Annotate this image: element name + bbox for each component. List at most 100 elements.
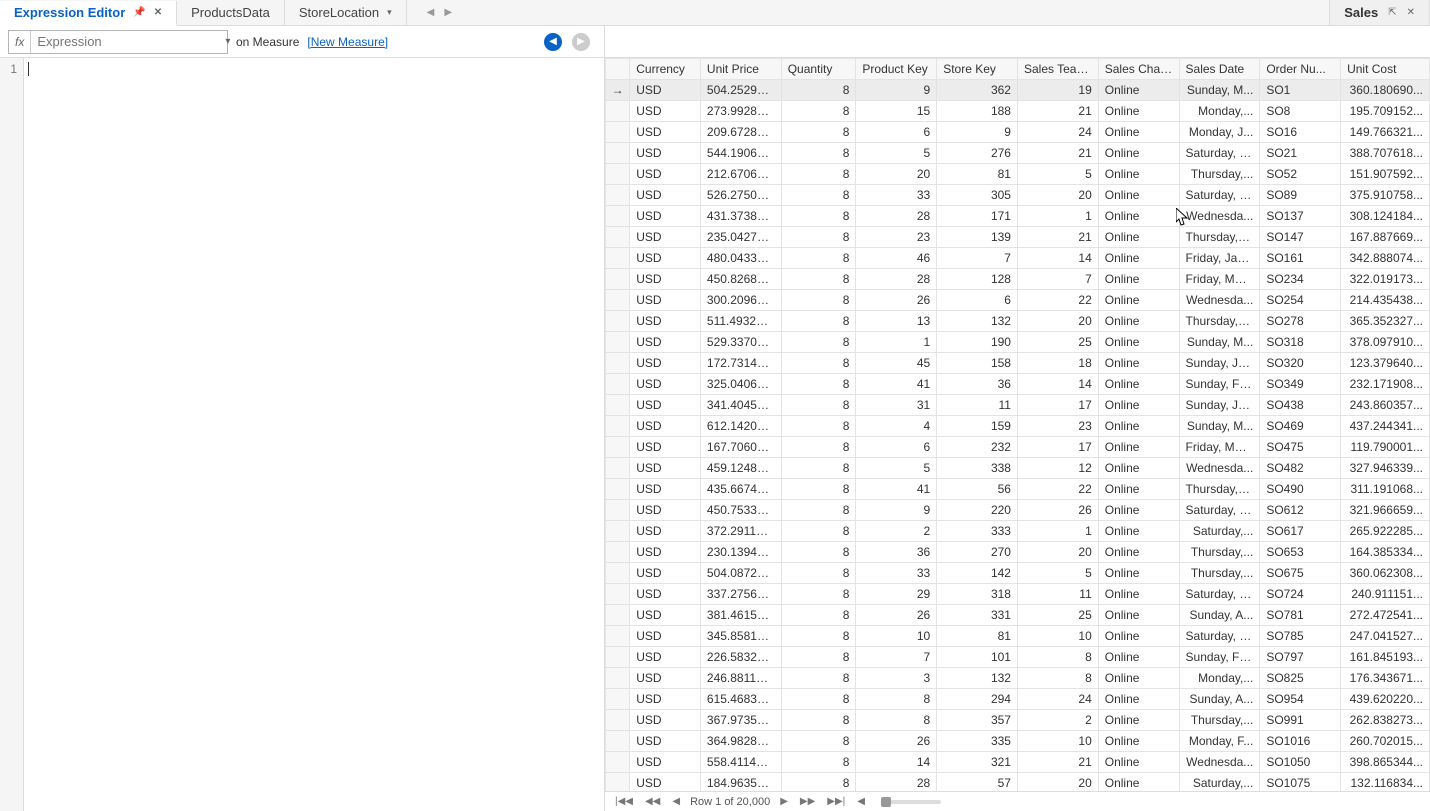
cell-sales_chan[interactable]: Online bbox=[1098, 122, 1179, 143]
cell-currency[interactable]: USD bbox=[630, 206, 701, 227]
table-row[interactable]: USD337.275611...82931811OnlineSaturday, … bbox=[606, 584, 1430, 605]
cell-sales_chan[interactable]: Online bbox=[1098, 101, 1179, 122]
cell-order_no[interactable]: SO785 bbox=[1260, 626, 1341, 647]
cell-sales_chan[interactable]: Online bbox=[1098, 269, 1179, 290]
cell-quantity[interactable]: 8 bbox=[781, 122, 856, 143]
cell-product_key[interactable]: 7 bbox=[856, 647, 937, 668]
row-marker[interactable] bbox=[606, 542, 630, 563]
row-marker[interactable] bbox=[606, 374, 630, 395]
cell-order_no[interactable]: SO318 bbox=[1260, 332, 1341, 353]
cell-sales_chan[interactable]: Online bbox=[1098, 500, 1179, 521]
row-marker[interactable] bbox=[606, 647, 630, 668]
cell-store_key[interactable]: 56 bbox=[937, 479, 1018, 500]
row-marker[interactable] bbox=[606, 521, 630, 542]
cell-store_key[interactable]: 338 bbox=[937, 458, 1018, 479]
cell-sales_team[interactable]: 14 bbox=[1017, 248, 1098, 269]
cell-store_key[interactable]: 81 bbox=[937, 164, 1018, 185]
cell-product_key[interactable]: 6 bbox=[856, 122, 937, 143]
cell-order_no[interactable]: SO653 bbox=[1260, 542, 1341, 563]
cell-product_key[interactable]: 26 bbox=[856, 731, 937, 752]
cell-unit_price[interactable]: 364.982821... bbox=[700, 731, 781, 752]
cell-order_no[interactable]: SO438 bbox=[1260, 395, 1341, 416]
cell-unit_cost[interactable]: 247.041527... bbox=[1341, 626, 1430, 647]
column-header[interactable]: Unit Price bbox=[700, 59, 781, 80]
table-row[interactable]: USD226.583270...871018OnlineSunday, Fe..… bbox=[606, 647, 1430, 668]
cell-sales_chan[interactable]: Online bbox=[1098, 395, 1179, 416]
cell-sales_chan[interactable]: Online bbox=[1098, 206, 1179, 227]
column-header[interactable]: Currency bbox=[630, 59, 701, 80]
cell-unit_price[interactable]: 337.275611... bbox=[700, 584, 781, 605]
table-row[interactable]: USD529.337074...8119025OnlineSunday, M..… bbox=[606, 332, 1430, 353]
cell-store_key[interactable]: 132 bbox=[937, 311, 1018, 332]
cell-currency[interactable]: USD bbox=[630, 479, 701, 500]
nav-prev-page-icon[interactable]: ◀◀ bbox=[643, 796, 662, 807]
cell-store_key[interactable]: 188 bbox=[937, 101, 1018, 122]
cell-quantity[interactable]: 8 bbox=[781, 416, 856, 437]
cell-unit_price[interactable]: 167.706002... bbox=[700, 437, 781, 458]
cell-currency[interactable]: USD bbox=[630, 710, 701, 731]
cell-currency[interactable]: USD bbox=[630, 374, 701, 395]
nav-prev-icon[interactable]: ◀ bbox=[670, 796, 682, 807]
cell-store_key[interactable]: 232 bbox=[937, 437, 1018, 458]
cell-unit_price[interactable]: 504.087232... bbox=[700, 563, 781, 584]
cell-order_no[interactable]: SO52 bbox=[1260, 164, 1341, 185]
cell-unit_price[interactable]: 372.291199... bbox=[700, 521, 781, 542]
cell-unit_price[interactable]: 612.142077... bbox=[700, 416, 781, 437]
cell-sales_chan[interactable]: Online bbox=[1098, 164, 1179, 185]
cell-sales_date[interactable]: Wednesda... bbox=[1179, 458, 1260, 479]
nav-stop-icon[interactable]: ◀ bbox=[855, 796, 867, 807]
cell-sales_team[interactable]: 18 bbox=[1017, 353, 1098, 374]
cell-quantity[interactable]: 8 bbox=[781, 458, 856, 479]
cell-order_no[interactable]: SO147 bbox=[1260, 227, 1341, 248]
cell-quantity[interactable]: 8 bbox=[781, 332, 856, 353]
cell-sales_date[interactable]: Sunday, M... bbox=[1179, 332, 1260, 353]
cell-quantity[interactable]: 8 bbox=[781, 248, 856, 269]
cell-order_no[interactable]: SO991 bbox=[1260, 710, 1341, 731]
cell-sales_date[interactable]: Friday, Mar... bbox=[1179, 437, 1260, 458]
cell-product_key[interactable]: 3 bbox=[856, 668, 937, 689]
cell-sales_date[interactable]: Saturday, F... bbox=[1179, 584, 1260, 605]
row-marker[interactable] bbox=[606, 500, 630, 521]
table-row[interactable]: USD612.142077...8415923OnlineSunday, M..… bbox=[606, 416, 1430, 437]
cell-quantity[interactable]: 8 bbox=[781, 647, 856, 668]
cell-sales_team[interactable]: 14 bbox=[1017, 374, 1098, 395]
cell-unit_cost[interactable]: 214.435438... bbox=[1341, 290, 1430, 311]
row-marker[interactable] bbox=[606, 353, 630, 374]
cell-sales_date[interactable]: Sunday, M... bbox=[1179, 416, 1260, 437]
row-marker[interactable] bbox=[606, 143, 630, 164]
cell-sales_chan[interactable]: Online bbox=[1098, 626, 1179, 647]
cell-sales_team[interactable]: 2 bbox=[1017, 710, 1098, 731]
table-row[interactable]: USD381.461558...82633125OnlineSunday, A.… bbox=[606, 605, 1430, 626]
cell-currency[interactable]: USD bbox=[630, 563, 701, 584]
table-row[interactable]: USD450.826843...8281287OnlineFriday, Mar… bbox=[606, 269, 1430, 290]
cell-quantity[interactable]: 8 bbox=[781, 521, 856, 542]
cell-sales_chan[interactable]: Online bbox=[1098, 311, 1179, 332]
table-row[interactable]: USD246.881139...831328OnlineMonday,...SO… bbox=[606, 668, 1430, 689]
column-header[interactable]: Store Key bbox=[937, 59, 1018, 80]
cell-unit_cost[interactable]: 164.385334... bbox=[1341, 542, 1430, 563]
cell-order_no[interactable]: SO21 bbox=[1260, 143, 1341, 164]
cell-product_key[interactable]: 10 bbox=[856, 626, 937, 647]
cell-unit_price[interactable]: 184.963568... bbox=[700, 773, 781, 792]
cell-currency[interactable]: USD bbox=[630, 248, 701, 269]
cell-currency[interactable]: USD bbox=[630, 542, 701, 563]
row-marker[interactable] bbox=[606, 311, 630, 332]
cell-sales_date[interactable]: Saturday, F... bbox=[1179, 626, 1260, 647]
table-row[interactable]: USD235.042736...82313921OnlineThursday, … bbox=[606, 227, 1430, 248]
nav-next-icon[interactable]: ▶ bbox=[778, 796, 790, 807]
row-marker[interactable] bbox=[606, 752, 630, 773]
cell-unit_cost[interactable]: 132.116834... bbox=[1341, 773, 1430, 792]
cell-sales_chan[interactable]: Online bbox=[1098, 689, 1179, 710]
row-marker[interactable] bbox=[606, 164, 630, 185]
cell-unit_cost[interactable]: 151.907592... bbox=[1341, 164, 1430, 185]
cell-unit_cost[interactable]: 232.171908... bbox=[1341, 374, 1430, 395]
nav-last-icon[interactable]: ▶▶| bbox=[825, 796, 847, 807]
cell-unit_price[interactable]: 529.337074... bbox=[700, 332, 781, 353]
cell-unit_cost[interactable]: 398.865344... bbox=[1341, 752, 1430, 773]
cell-order_no[interactable]: SO161 bbox=[1260, 248, 1341, 269]
cell-unit_cost[interactable]: 327.946339... bbox=[1341, 458, 1430, 479]
cell-quantity[interactable]: 8 bbox=[781, 101, 856, 122]
cell-unit_price[interactable]: 300.209613... bbox=[700, 290, 781, 311]
cell-currency[interactable]: USD bbox=[630, 101, 701, 122]
cell-quantity[interactable]: 8 bbox=[781, 269, 856, 290]
